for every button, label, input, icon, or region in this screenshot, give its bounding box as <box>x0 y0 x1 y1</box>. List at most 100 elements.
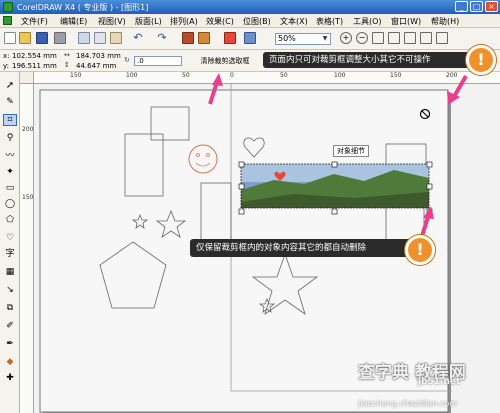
redo-icon[interactable]: ↷ <box>156 32 168 44</box>
smart-fill-tool-icon[interactable]: ✦ <box>3 166 17 178</box>
basic-shapes-tool-icon[interactable]: ♡ <box>3 232 17 244</box>
zoom-tool-icon[interactable]: ⚲ <box>3 132 17 144</box>
crop-tool-icon[interactable]: ⌗ <box>3 114 17 126</box>
export-icon[interactable] <box>198 32 210 44</box>
menu-window[interactable]: 窗口(W) <box>391 16 421 27</box>
x-position-field[interactable]: 102.554 mm <box>12 52 57 60</box>
zoom-out-icon[interactable]: − <box>356 32 368 44</box>
dimension-tool-icon[interactable]: ↘ <box>3 284 17 296</box>
vertical-ruler[interactable]: 200 150 <box>20 84 34 413</box>
zoom-all-icon[interactable] <box>388 32 400 44</box>
eyedropper-tool-icon[interactable]: ✐ <box>3 320 17 332</box>
shape-tool-icon[interactable]: ✎ <box>3 96 17 108</box>
menu-file[interactable]: 文件(F) <box>21 16 48 27</box>
ruler-tick-label: 100 <box>126 72 138 79</box>
application-launcher-icon[interactable] <box>224 32 236 44</box>
zoom-height-icon[interactable] <box>436 32 448 44</box>
ruler-tick-label: 200 <box>446 72 458 79</box>
crop-handle <box>331 161 338 168</box>
zoom-select[interactable]: 50% ▼ <box>275 33 331 45</box>
polygon-tool-icon[interactable]: ⬠ <box>3 214 17 226</box>
menu-effects[interactable]: 效果(C) <box>206 16 234 27</box>
y-position-field[interactable]: 196.511 mm <box>12 62 57 70</box>
object-details-tooltip: 对象细节 <box>333 145 369 157</box>
width-icon: ↔ <box>64 51 70 59</box>
toolbox: ➚ ✎ ⌗ ⚲ 〰 ✦ ▭ ◯ ⬠ ♡ 字 ▦ ↘ ⧉ ✐ ✒ ◆ ✚ <box>0 72 20 413</box>
zoom-value: 50% <box>278 34 296 43</box>
zoom-width-icon[interactable] <box>420 32 432 44</box>
watermark-site: jb51.net <box>418 377 461 387</box>
clear-crop-marquee-button[interactable]: 清除裁剪选取框 <box>193 54 257 68</box>
crop-handle <box>238 183 245 190</box>
chevron-down-icon: ▼ <box>322 35 328 42</box>
close-button[interactable]: × <box>485 1 498 12</box>
document-icon[interactable] <box>3 16 12 25</box>
zoom-in-icon[interactable]: + <box>340 32 352 44</box>
menu-arrange[interactable]: 排列(A) <box>170 16 198 27</box>
rotation-field[interactable]: .0 <box>134 56 182 66</box>
width-field[interactable]: 184.703 mm <box>76 52 121 60</box>
cut-icon[interactable] <box>78 32 90 44</box>
title-bar: CorelDRAW X4 ( 专业版 ) - [图形1] _ □ × <box>0 0 500 14</box>
ruler-origin[interactable] <box>20 72 34 84</box>
rectangle-tool-icon[interactable]: ▭ <box>3 182 17 194</box>
window-title: CorelDRAW X4 ( 专业版 ) - [图形1] <box>17 3 149 12</box>
menu-text[interactable]: 文本(X) <box>280 16 308 27</box>
height-field[interactable]: 44.647 mm <box>76 62 116 70</box>
menu-tools[interactable]: 工具(O) <box>353 16 382 27</box>
rotation-value: .0 <box>137 57 144 65</box>
watermark-url: jiaocheng.chazidian.com <box>358 399 458 408</box>
ruler-tick-label: 0 <box>230 72 234 79</box>
fill-tool-icon[interactable]: ◆ <box>3 356 17 368</box>
zoom-selected-icon[interactable] <box>372 32 384 44</box>
ruler-tick-label: 150 <box>22 194 34 201</box>
warning-badge-icon: ! <box>466 45 496 75</box>
minimize-button[interactable]: _ <box>455 1 468 12</box>
ruler-tick-label: 150 <box>70 72 82 79</box>
height-icon: ↕ <box>64 61 70 69</box>
horizontal-ruler[interactable]: 150 100 50 0 50 100 150 200 <box>34 72 500 84</box>
interactive-fill-tool-icon[interactable]: ✚ <box>3 372 17 384</box>
freehand-tool-icon[interactable]: 〰 <box>3 150 17 162</box>
undo-icon[interactable]: ↶ <box>132 32 144 44</box>
ellipse-tool-icon[interactable]: ◯ <box>3 198 17 210</box>
warning-badge-icon: ! <box>405 235 435 265</box>
text-tool-icon[interactable]: 字 <box>3 248 17 260</box>
crop-handle <box>238 161 245 168</box>
save-icon[interactable] <box>36 32 48 44</box>
paste-icon[interactable] <box>110 32 122 44</box>
import-icon[interactable] <box>182 32 194 44</box>
ruler-tick-label: 150 <box>390 72 402 79</box>
menu-bitmaps[interactable]: 位图(B) <box>243 16 271 27</box>
pick-tool-icon[interactable]: ➚ <box>3 80 17 92</box>
print-icon[interactable] <box>54 32 66 44</box>
keep-inside-crop-callout: 仅保留裁剪框内的对象内容其它的都自动删除 <box>190 239 412 257</box>
new-icon[interactable] <box>4 32 16 44</box>
copy-icon[interactable] <box>94 32 106 44</box>
crop-handle <box>426 208 433 215</box>
menu-table[interactable]: 表格(T) <box>316 16 343 27</box>
crop-handle <box>426 183 433 190</box>
crop-handle <box>238 208 245 215</box>
open-icon[interactable] <box>19 32 31 44</box>
maximize-button[interactable]: □ <box>470 1 483 12</box>
page-crop-resize-callout: 页面内只可对裁剪框调整大小其它不可操作 <box>263 52 475 68</box>
ruler-tick-label: 200 <box>22 126 34 133</box>
menu-help[interactable]: 帮助(H) <box>431 16 459 27</box>
welcome-screen-icon[interactable] <box>244 32 256 44</box>
interactive-blend-tool-icon[interactable]: ⧉ <box>3 302 17 314</box>
outline-tool-icon[interactable]: ✒ <box>3 338 17 350</box>
standard-toolbar: ↶ ↷ 50% ▼ + − <box>0 28 500 50</box>
menu-layout[interactable]: 版面(L) <box>135 16 162 27</box>
zoom-page-icon[interactable] <box>404 32 416 44</box>
rotation-icon: ↻ <box>124 56 130 64</box>
ruler-tick-label: 50 <box>182 72 190 79</box>
crop-handle <box>331 208 338 215</box>
menu-view[interactable]: 视图(V) <box>98 16 126 27</box>
menu-edit[interactable]: 编辑(E) <box>60 16 87 27</box>
crop-handle <box>426 161 433 168</box>
ruler-tick-label: 50 <box>280 72 288 79</box>
table-tool-icon[interactable]: ▦ <box>3 266 17 278</box>
ruler-tick-label: 100 <box>334 72 346 79</box>
coreldraw-app-icon <box>3 2 13 12</box>
